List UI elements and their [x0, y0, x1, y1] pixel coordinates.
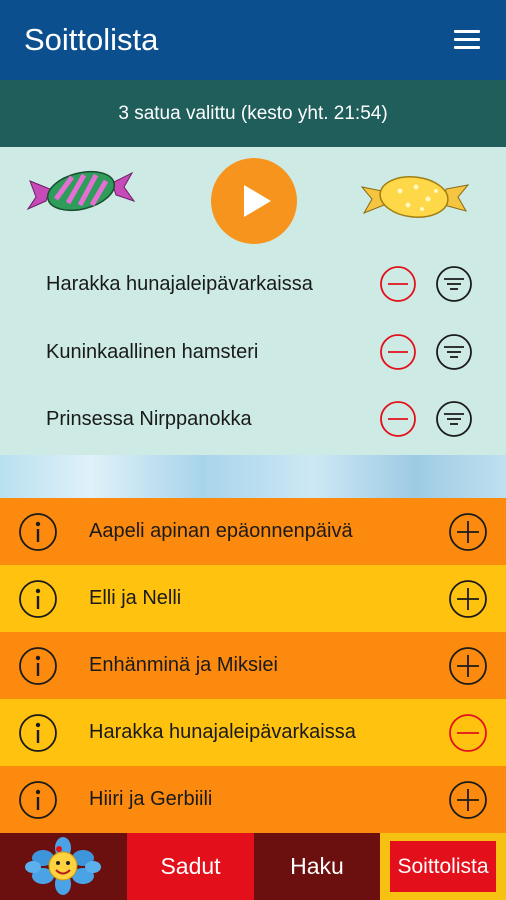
tab-sadut[interactable]: Sadut — [127, 833, 254, 900]
info-icon[interactable] — [18, 713, 58, 753]
catalog-item-title: Aapeli apinan epäonnenpäivä — [89, 520, 353, 542]
add-circle-icon[interactable] — [448, 512, 488, 552]
catalog-item-title: Elli ja Nelli — [89, 587, 182, 609]
catalog-item: Hiiri ja Gerbiili — [0, 766, 506, 833]
playlist-item: Harakka hunajaleipävarkaissa — [0, 250, 506, 318]
story-catalog: Aapeli apinan epäonnenpäivä Elli ja Nell… — [0, 498, 506, 833]
add-circle-icon[interactable] — [448, 780, 488, 820]
playlist-item-title: Kuninkaallinen hamsteri — [46, 341, 259, 363]
reorder-handle-icon[interactable] — [435, 400, 473, 438]
playlist-item: Kuninkaallinen hamsteri — [0, 318, 506, 386]
remove-circle-icon[interactable] — [379, 333, 417, 371]
sky-divider — [0, 455, 506, 498]
add-circle-icon[interactable] — [448, 646, 488, 686]
tab-haku[interactable]: Haku — [254, 833, 380, 900]
info-icon[interactable] — [18, 579, 58, 619]
playlist-item-title: Harakka hunajaleipävarkaissa — [46, 273, 313, 295]
playlist-panel: Harakka hunajaleipävarkaissa Kuninkaalli… — [0, 147, 506, 455]
page-title: Soittolista — [24, 22, 159, 57]
catalog-item: Elli ja Nelli — [0, 565, 506, 632]
add-circle-icon[interactable] — [448, 579, 488, 619]
play-button[interactable] — [211, 158, 297, 244]
catalog-item-title: Hiiri ja Gerbiili — [89, 788, 213, 810]
remove-circle-icon[interactable] — [379, 400, 417, 438]
home-tab[interactable] — [0, 833, 127, 900]
reorder-handle-icon[interactable] — [435, 333, 473, 371]
catalog-item-title: Harakka hunajaleipävarkaissa — [89, 721, 356, 743]
tab-soittolista-label: Soittolista — [390, 841, 496, 892]
play-icon — [244, 185, 271, 217]
info-icon[interactable] — [18, 512, 58, 552]
bottom-navigation: Sadut Haku Soittolista — [0, 833, 506, 900]
info-icon[interactable] — [18, 646, 58, 686]
hamburger-menu-icon[interactable] — [452, 27, 482, 51]
app-header: Soittolista — [0, 0, 506, 80]
catalog-item: Aapeli apinan epäonnenpäivä — [0, 498, 506, 565]
playlist-item-title: Prinsessa Nirppanokka — [46, 408, 252, 430]
striped-candy-icon — [26, 170, 136, 212]
yellow-candy-icon — [360, 176, 470, 218]
playlist-summary: 3 satua valittu (kesto yht. 21:54) — [0, 80, 506, 147]
tab-soittolista[interactable]: Soittolista — [380, 833, 506, 900]
flower-mascot-icon — [25, 837, 101, 895]
catalog-item-title: Enhänminä ja Miksiei — [89, 654, 278, 676]
catalog-item: Enhänminä ja Miksiei — [0, 632, 506, 699]
catalog-item: Harakka hunajaleipävarkaissa — [0, 699, 506, 766]
remove-circle-icon[interactable] — [379, 265, 417, 303]
remove-circle-icon[interactable] — [448, 713, 488, 753]
reorder-handle-icon[interactable] — [435, 265, 473, 303]
playlist-item: Prinsessa Nirppanokka — [0, 385, 506, 453]
info-icon[interactable] — [18, 780, 58, 820]
